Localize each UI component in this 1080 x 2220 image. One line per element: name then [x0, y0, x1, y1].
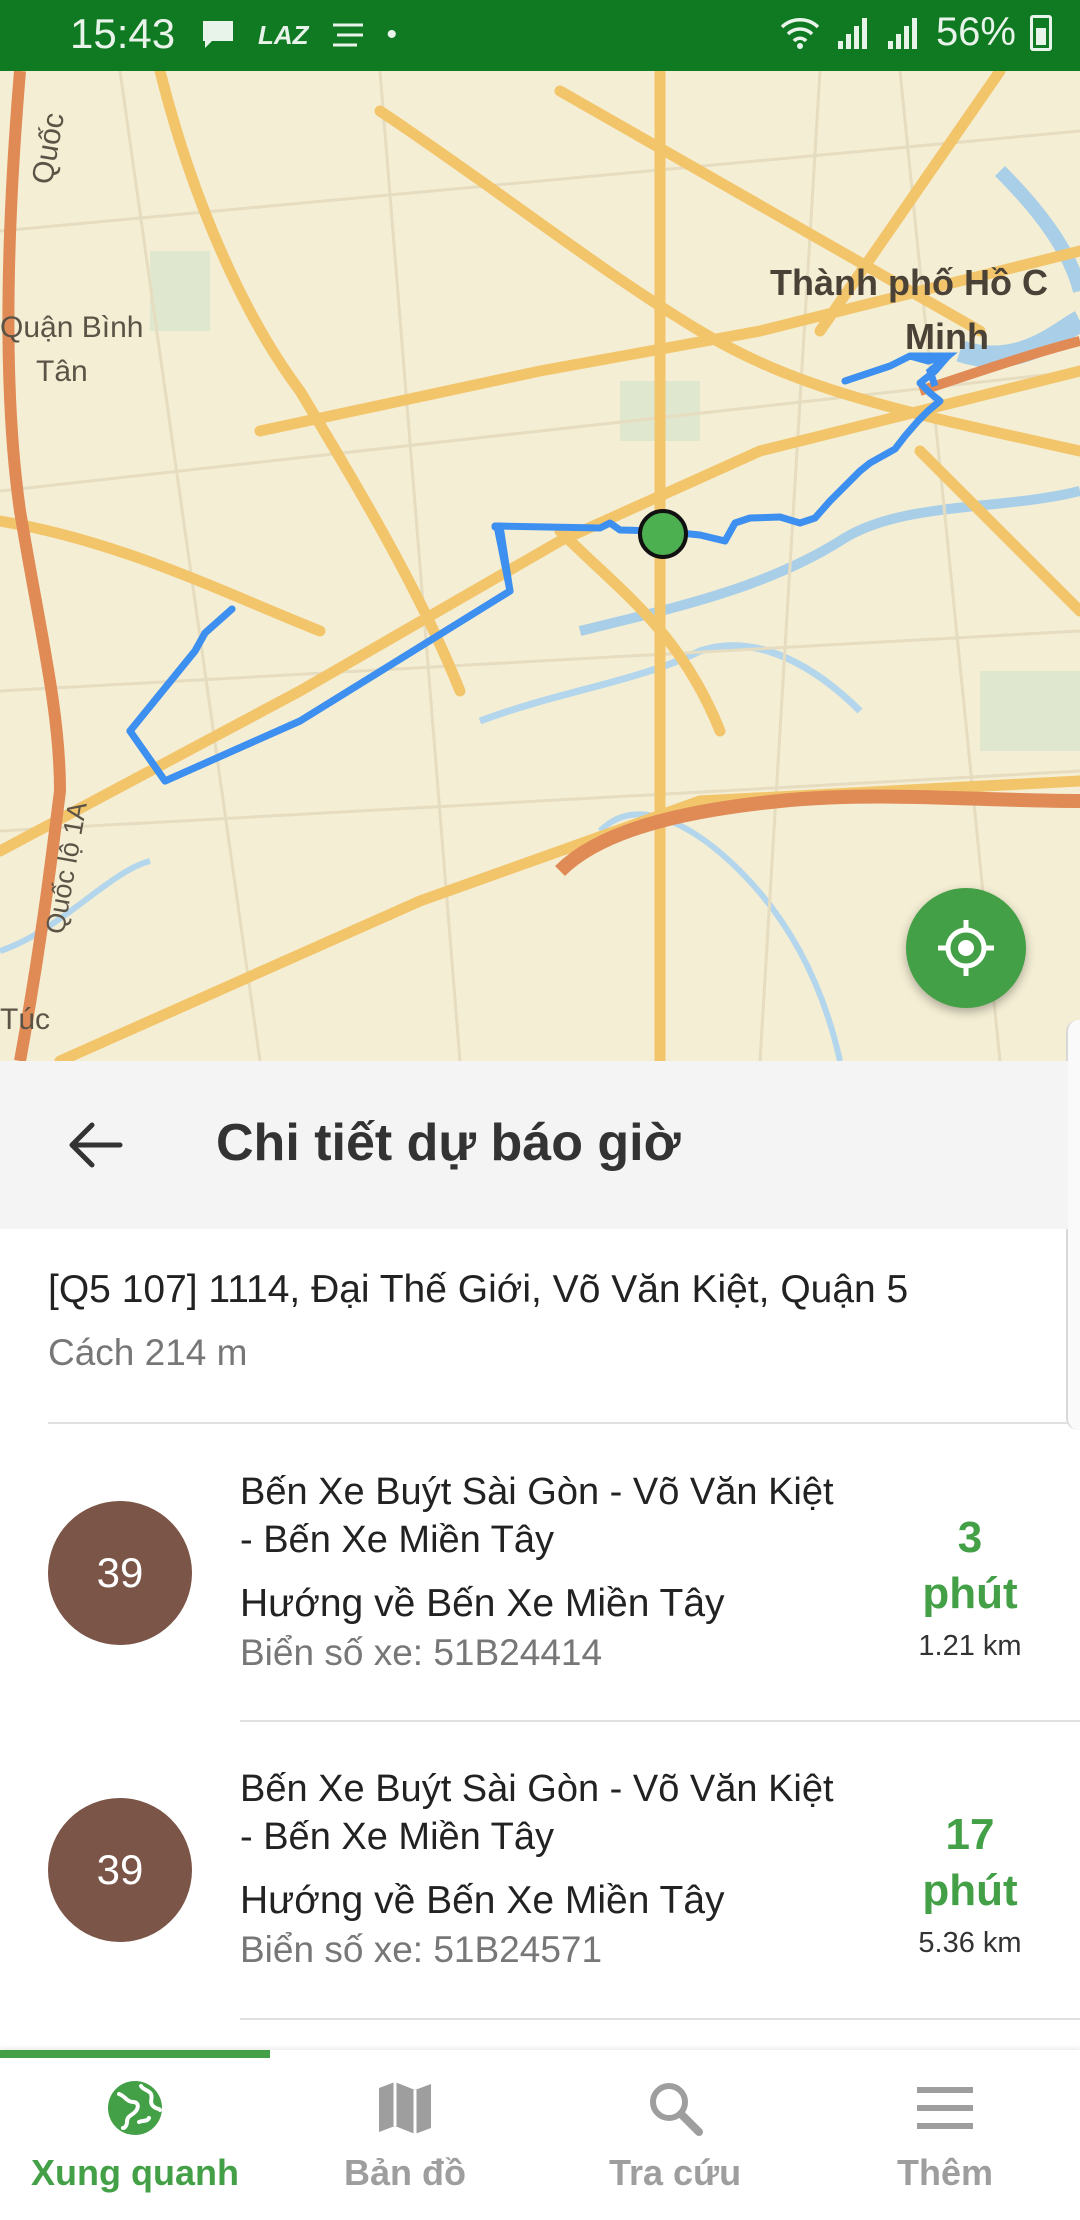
- menu-icon: [917, 2087, 973, 2129]
- route-title-line2: - Bến Xe Miền Tây: [240, 1816, 555, 1858]
- eta-block: 3 phút 1.21 km: [880, 1510, 1060, 1663]
- route-number-badge: 39: [48, 1501, 192, 1645]
- map-label-city-2: Minh: [905, 316, 989, 357]
- nav-active-indicator: [0, 2050, 270, 2058]
- nav-label-more: Thêm: [896, 2152, 993, 2193]
- globe-icon: [108, 2081, 162, 2135]
- status-right: 56%: [778, 10, 1052, 55]
- divider: [48, 1422, 1068, 1424]
- route-title: Bến Xe Buýt Sài Gòn - Võ Văn Kiệt - Bến …: [240, 1468, 880, 1564]
- eta-unit: phút: [922, 1866, 1018, 1915]
- eta-value: 17: [945, 1810, 995, 1859]
- status-time: 15:43: [70, 10, 176, 57]
- battery-icon: [1030, 14, 1052, 51]
- battery-percent: 56%: [935, 10, 1016, 54]
- back-arrow-icon: [69, 1122, 123, 1168]
- route-direction: Hướng về Bến Xe Miền Tây: [240, 1879, 725, 1922]
- nav-item-nearby[interactable]: Xung quanh: [0, 2058, 270, 2220]
- signal-icon-2: [887, 17, 917, 49]
- page-title: Chi tiết dự báo giờ: [216, 1114, 681, 1172]
- divider: [240, 1720, 1080, 1722]
- laz-icon: LAZ: [258, 19, 309, 50]
- status-bar: 15:43 LAZ • 56%: [0, 0, 1080, 71]
- stop-info: [Q5 107] 1114, Đại Thế Giới, Võ Văn Kiệt…: [48, 1268, 1048, 1374]
- stop-distance: Cách 214 m: [48, 1332, 248, 1373]
- eta-value: 3: [957, 1513, 983, 1562]
- list-icon: [332, 23, 363, 47]
- map-label-district-2: Tân: [36, 355, 88, 388]
- route-title-line2: - Bến Xe Miền Tây: [240, 1519, 555, 1561]
- nav-item-more[interactable]: Thêm: [810, 2058, 1080, 2220]
- wifi-icon: [780, 17, 820, 49]
- search-icon: [650, 2083, 703, 2136]
- route-title-line1: Bến Xe Buýt Sài Gòn - Võ Văn Kiệt: [240, 1471, 834, 1513]
- route-number-badge: 39: [48, 1798, 192, 1942]
- divider: [240, 2018, 1080, 2020]
- signal-icon-1: [837, 17, 867, 49]
- route-title-line1: Bến Xe Buýt Sài Gòn - Võ Văn Kiệt: [240, 1768, 834, 1810]
- dot-icon: •: [386, 18, 398, 51]
- route-title: Bến Xe Buýt Sài Gòn - Võ Văn Kiệt - Bến …: [240, 1765, 880, 1861]
- notification-icons: LAZ •: [200, 18, 397, 52]
- detail-header: Chi tiết dự báo giờ: [0, 1061, 1068, 1229]
- nav-item-search[interactable]: Tra cứu: [540, 2058, 810, 2220]
- plate-number: Biển số xe: 51B24414: [240, 1632, 603, 1673]
- sheet-edge: [1066, 1020, 1080, 1430]
- eta-distance: 1.21 km: [918, 1630, 1022, 1662]
- nav-label-map: Bản đồ: [344, 2152, 466, 2193]
- nav-label-search: Tra cứu: [608, 2152, 742, 2193]
- map-label-bottom-left: Túc: [0, 1003, 51, 1036]
- route-direction: Hướng về Bến Xe Miền Tây: [240, 1582, 725, 1625]
- eta-distance: 5.36 km: [918, 1927, 1022, 1959]
- crosshair-icon: [938, 920, 994, 976]
- eta-block: 17 phút 5.36 km: [880, 1807, 1060, 1960]
- plate-number: Biển số xe: 51B24571: [240, 1929, 603, 1970]
- stop-name: [Q5 107] 1114, Đại Thế Giới, Võ Văn Kiệt…: [48, 1268, 909, 1311]
- back-button[interactable]: [60, 1113, 132, 1177]
- bus-stop-marker: [638, 509, 688, 559]
- eta-unit: phút: [922, 1569, 1018, 1618]
- map-label-city-1: Thành phố Hồ C: [770, 262, 1048, 303]
- nav-label-nearby: Xung quanh: [31, 2152, 239, 2193]
- nav-item-map[interactable]: Bản đồ: [270, 2058, 540, 2220]
- map-icon: [379, 2082, 431, 2134]
- message-icon: [203, 21, 233, 48]
- arrival-row[interactable]: 39 Bến Xe Buýt Sài Gòn - Võ Văn Kiệt - B…: [0, 1725, 1080, 2025]
- arrival-row[interactable]: 39 Bến Xe Buýt Sài Gòn - Võ Văn Kiệt - B…: [0, 1428, 1080, 1728]
- my-location-button[interactable]: [906, 888, 1026, 1008]
- map-label-district-1: Quận Bình: [0, 311, 144, 344]
